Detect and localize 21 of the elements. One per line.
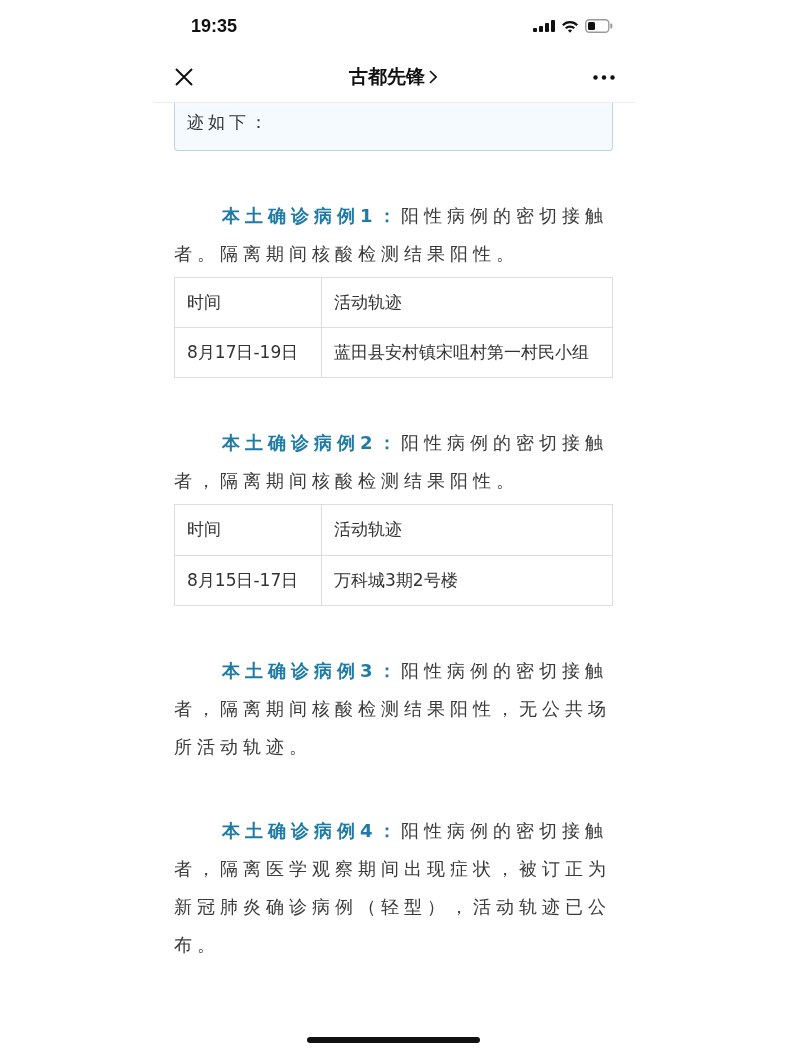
status-time: 19:35 (191, 15, 238, 37)
more-icon[interactable] (593, 74, 615, 80)
case-paragraph: 本土确诊病例3：阳性病例的密切接触者，隔离期间核酸检测结果阳性，无公共场所活动轨迹。 (174, 658, 612, 759)
table-header-cell: 时间 (174, 504, 322, 556)
wifi-icon (561, 19, 579, 33)
intro-box: 迹如下： (174, 103, 613, 151)
table-cell: 蓝田县安村镇宋咀村第一村民小组 (321, 327, 613, 378)
table-header-cell: 时间 (174, 277, 322, 328)
table-header-cell: 活动轨迹 (321, 277, 613, 328)
table-cell: 8月17日-19日 (174, 327, 322, 378)
case-paragraph: 本土确诊病例1：阳性病例的密切接触者。隔离期间核酸检测结果阳性。 (174, 204, 609, 266)
close-icon[interactable] (175, 68, 193, 86)
chevron-icon[interactable] (429, 70, 437, 84)
case-paragraph: 本土确诊病例4：阳性病例的密切接触者，隔离医学观察期间出现症状，被订正为新冠肺炎确诊病例（轻型），活动轨迹已公布。 (174, 818, 612, 957)
signal-icon (533, 20, 555, 32)
table-cell: 万科城3期2号楼 (321, 555, 613, 606)
table-cell: 8月15日-17日 (174, 555, 322, 606)
nav-title[interactable]: 古都先锋 (349, 64, 425, 90)
table-header-cell: 活动轨迹 (321, 504, 613, 556)
case-paragraph: 本土确诊病例2：阳性病例的密切接触者，隔离期间核酸检测结果阳性。 (174, 431, 609, 494)
battery-icon (585, 19, 613, 33)
